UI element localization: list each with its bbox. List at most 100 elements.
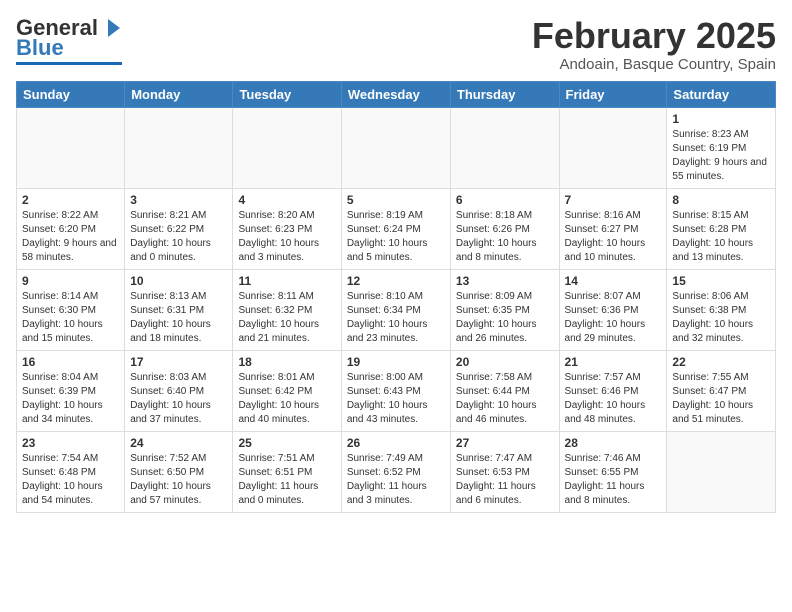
day-info: Sunrise: 7:49 AM Sunset: 6:52 PM Dayligh… (347, 452, 445, 508)
day-number: 5 (347, 193, 445, 207)
calendar-cell: 6 Sunrise: 8:18 AM Sunset: 6:26 PM Daylig… (450, 188, 559, 269)
day-info: Sunrise: 8:23 AM Sunset: 6:19 PM Dayligh… (672, 128, 770, 184)
day-info: Sunrise: 7:54 AM Sunset: 6:48 PM Dayligh… (22, 452, 119, 508)
day-number: 1 (672, 112, 770, 126)
calendar-cell: 13Sunrise: 8:09 AM Sunset: 6:35 PM Dayli… (450, 269, 559, 350)
day-number: 6 (456, 193, 554, 207)
weekday-header-monday: Monday (125, 81, 233, 107)
weekday-header-wednesday: Wednesday (341, 81, 450, 107)
day-info: Sunrise: 7:51 AM Sunset: 6:51 PM Dayligh… (238, 452, 335, 508)
calendar-cell: 27 Sunrise: 7:47 AM Sunset: 6:53 PM Dayli… (450, 431, 559, 512)
day-info: Sunrise: 8:16 AM Sunset: 6:27 PM Dayligh… (565, 209, 662, 265)
calendar-table: SundayMondayTuesdayWednesdayThursdayFrid… (16, 81, 776, 513)
calendar-cell: 7 Sunrise: 8:16 AM Sunset: 6:27 PM Daylig… (559, 188, 667, 269)
day-info: Sunrise: 8:13 AM Sunset: 6:31 PM Dayligh… (130, 290, 227, 346)
day-info: Sunrise: 8:21 AM Sunset: 6:22 PM Dayligh… (130, 209, 227, 265)
day-number: 21 (565, 355, 662, 369)
day-number: 24 (130, 436, 227, 450)
calendar-cell: 5 Sunrise: 8:19 AM Sunset: 6:24 PM Daylig… (341, 188, 450, 269)
weekday-header-sunday: Sunday (17, 81, 125, 107)
calendar-cell: 2 Sunrise: 8:22 AM Sunset: 6:20 PM Daylig… (17, 188, 125, 269)
calendar-subtitle: Andoain, Basque Country, Spain (532, 56, 776, 73)
weekday-header-friday: Friday (559, 81, 667, 107)
title-block: February 2025 Andoain, Basque Country, S… (532, 16, 776, 73)
day-number: 4 (238, 193, 335, 207)
calendar-cell: 23 Sunrise: 7:54 AM Sunset: 6:48 PM Dayli… (17, 431, 125, 512)
day-info: Sunrise: 7:47 AM Sunset: 6:53 PM Dayligh… (456, 452, 554, 508)
day-number: 9 (22, 274, 119, 288)
calendar-cell: 1 Sunrise: 8:23 AM Sunset: 6:19 PM Daylig… (667, 107, 776, 188)
day-number: 18 (238, 355, 335, 369)
day-number: 8 (672, 193, 770, 207)
day-info: Sunrise: 7:55 AM Sunset: 6:47 PM Dayligh… (672, 371, 770, 427)
calendar-cell: 19 Sunrise: 8:00 AM Sunset: 6:43 PM Dayli… (341, 350, 450, 431)
day-info: Sunrise: 7:58 AM Sunset: 6:44 PM Dayligh… (456, 371, 554, 427)
calendar-cell: 10 Sunrise: 8:13 AM Sunset: 6:31 PM Dayli… (125, 269, 233, 350)
day-info: Sunrise: 8:19 AM Sunset: 6:24 PM Dayligh… (347, 209, 445, 265)
day-info: Sunrise: 8:07 AM Sunset: 6:36 PM Dayligh… (565, 290, 662, 346)
day-info: Sunrise: 8:20 AM Sunset: 6:23 PM Dayligh… (238, 209, 335, 265)
day-info: Sunrise: 7:52 AM Sunset: 6:50 PM Dayligh… (130, 452, 227, 508)
page-header: General Blue February 2025 Andoain, Basq… (16, 16, 776, 73)
day-number: 12 (347, 274, 445, 288)
calendar-cell: 9 Sunrise: 8:14 AM Sunset: 6:30 PM Daylig… (17, 269, 125, 350)
day-info: Sunrise: 8:01 AM Sunset: 6:42 PM Dayligh… (238, 371, 335, 427)
calendar-week-row: 2 Sunrise: 8:22 AM Sunset: 6:20 PM Daylig… (17, 188, 776, 269)
day-number: 10 (130, 274, 227, 288)
calendar-week-row: 16 Sunrise: 8:04 AM Sunset: 6:39 PM Dayli… (17, 350, 776, 431)
day-number: 28 (565, 436, 662, 450)
logo-blue-text: Blue (16, 36, 64, 60)
day-info: Sunrise: 8:11 AM Sunset: 6:32 PM Dayligh… (238, 290, 335, 346)
calendar-cell (17, 107, 125, 188)
day-info: Sunrise: 8:04 AM Sunset: 6:39 PM Dayligh… (22, 371, 119, 427)
day-info: Sunrise: 8:00 AM Sunset: 6:43 PM Dayligh… (347, 371, 445, 427)
calendar-cell: 17 Sunrise: 8:03 AM Sunset: 6:40 PM Dayli… (125, 350, 233, 431)
calendar-cell (125, 107, 233, 188)
calendar-cell: 11 Sunrise: 8:11 AM Sunset: 6:32 PM Dayli… (233, 269, 341, 350)
day-number: 27 (456, 436, 554, 450)
calendar-cell: 8Sunrise: 8:15 AM Sunset: 6:28 PM Daylig… (667, 188, 776, 269)
day-number: 11 (238, 274, 335, 288)
day-info: Sunrise: 8:10 AM Sunset: 6:34 PM Dayligh… (347, 290, 445, 346)
day-info: Sunrise: 8:18 AM Sunset: 6:26 PM Dayligh… (456, 209, 554, 265)
calendar-cell: 26Sunrise: 7:49 AM Sunset: 6:52 PM Dayli… (341, 431, 450, 512)
calendar-cell: 12 Sunrise: 8:10 AM Sunset: 6:34 PM Dayli… (341, 269, 450, 350)
day-number: 25 (238, 436, 335, 450)
day-number: 13 (456, 274, 554, 288)
calendar-cell (559, 107, 667, 188)
calendar-cell (667, 431, 776, 512)
logo-icon (100, 17, 122, 39)
day-number: 7 (565, 193, 662, 207)
day-number: 20 (456, 355, 554, 369)
calendar-cell: 22 Sunrise: 7:55 AM Sunset: 6:47 PM Dayli… (667, 350, 776, 431)
day-info: Sunrise: 8:14 AM Sunset: 6:30 PM Dayligh… (22, 290, 119, 346)
calendar-cell: 3Sunrise: 8:21 AM Sunset: 6:22 PM Daylig… (125, 188, 233, 269)
day-number: 17 (130, 355, 227, 369)
calendar-title: February 2025 (532, 16, 776, 56)
day-info: Sunrise: 8:03 AM Sunset: 6:40 PM Dayligh… (130, 371, 227, 427)
calendar-cell: 20 Sunrise: 7:58 AM Sunset: 6:44 PM Dayli… (450, 350, 559, 431)
calendar-cell (450, 107, 559, 188)
day-number: 22 (672, 355, 770, 369)
day-number: 16 (22, 355, 119, 369)
weekday-header-saturday: Saturday (667, 81, 776, 107)
day-number: 2 (22, 193, 119, 207)
calendar-cell: 18 Sunrise: 8:01 AM Sunset: 6:42 PM Dayli… (233, 350, 341, 431)
calendar-cell (341, 107, 450, 188)
day-number: 23 (22, 436, 119, 450)
day-info: Sunrise: 7:57 AM Sunset: 6:46 PM Dayligh… (565, 371, 662, 427)
day-info: Sunrise: 8:06 AM Sunset: 6:38 PM Dayligh… (672, 290, 770, 346)
calendar-cell: 28 Sunrise: 7:46 AM Sunset: 6:55 PM Dayli… (559, 431, 667, 512)
day-info: Sunrise: 8:22 AM Sunset: 6:20 PM Dayligh… (22, 209, 119, 265)
weekday-header-row: SundayMondayTuesdayWednesdayThursdayFrid… (17, 81, 776, 107)
logo-underline (16, 62, 122, 65)
calendar-week-row: 1 Sunrise: 8:23 AM Sunset: 6:19 PM Daylig… (17, 107, 776, 188)
calendar-week-row: 23 Sunrise: 7:54 AM Sunset: 6:48 PM Dayli… (17, 431, 776, 512)
calendar-cell: 16 Sunrise: 8:04 AM Sunset: 6:39 PM Dayli… (17, 350, 125, 431)
calendar-cell: 14Sunrise: 8:07 AM Sunset: 6:36 PM Dayli… (559, 269, 667, 350)
weekday-header-tuesday: Tuesday (233, 81, 341, 107)
day-number: 19 (347, 355, 445, 369)
calendar-cell (233, 107, 341, 188)
logo: General Blue (16, 16, 122, 65)
day-info: Sunrise: 7:46 AM Sunset: 6:55 PM Dayligh… (565, 452, 662, 508)
